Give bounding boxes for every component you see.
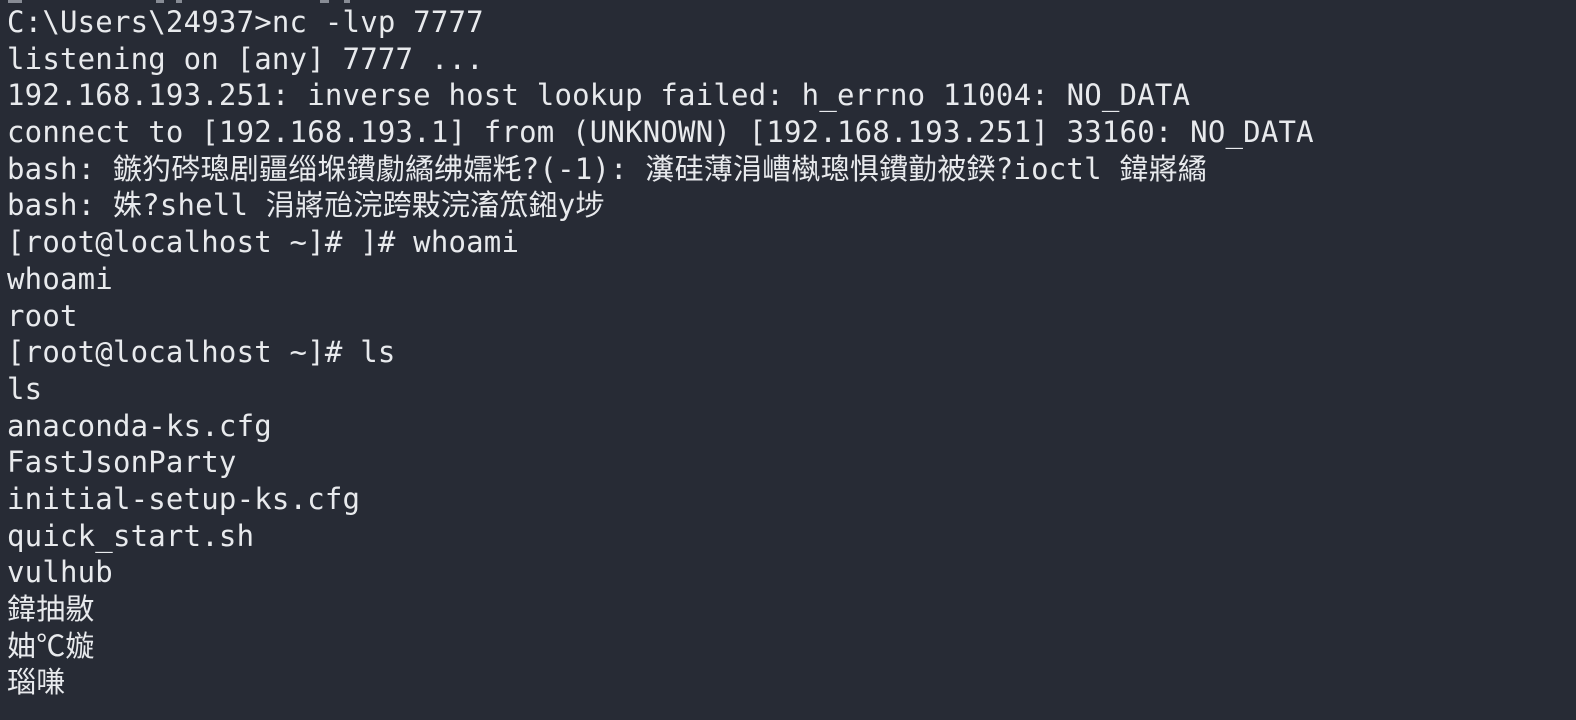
- terminal-output[interactable]: C:\Users\24937>nc -lvp 7777 listening on…: [7, 4, 1576, 720]
- output-line: root: [7, 298, 78, 333]
- file-list-item: FastJsonParty: [7, 445, 237, 480]
- file-list-item: 妯℃嫙: [7, 628, 95, 663]
- host-lookup-line: 192.168.193.251: inverse host lookup fai…: [7, 78, 1191, 113]
- file-list-item: 瑙嗛: [7, 665, 66, 700]
- terminal-window[interactable]: C:\Users\24937>nc -lvp 7777 listening on…: [0, 0, 1576, 720]
- prompt-line: [root@localhost ~]# ]# whoami: [7, 225, 520, 260]
- file-list-item: anaconda-ks.cfg: [7, 408, 272, 443]
- file-list-item: initial-setup-ks.cfg: [7, 481, 361, 516]
- file-list-item: vulhub: [7, 555, 113, 590]
- prompt-line: [root@localhost ~]# ls: [7, 335, 396, 370]
- file-list-item: 鍏抽敭: [7, 592, 95, 626]
- file-list-item: quick_start.sh: [7, 518, 255, 553]
- bash-error-line: bash: 姝?shell 涓嶈兘浣跨敤浣滀笟鎺у埗: [7, 188, 605, 223]
- bash-error-line: bash: 鏃犳硶璁剧疆缁堢鐨勮繘绋嬬粍?(-1): 瀵硅薄涓嶆槸璁惧鐨勭被鍨?…: [7, 151, 1207, 186]
- echo-line: ls: [7, 371, 43, 406]
- listening-line: listening on [any] 7777 ...: [7, 41, 484, 76]
- command-line: C:\Users\24937>nc -lvp 7777: [7, 5, 484, 39]
- connect-line: connect to [192.168.193.1] from (UNKNOWN…: [7, 115, 1314, 150]
- echo-line: whoami: [7, 261, 113, 296]
